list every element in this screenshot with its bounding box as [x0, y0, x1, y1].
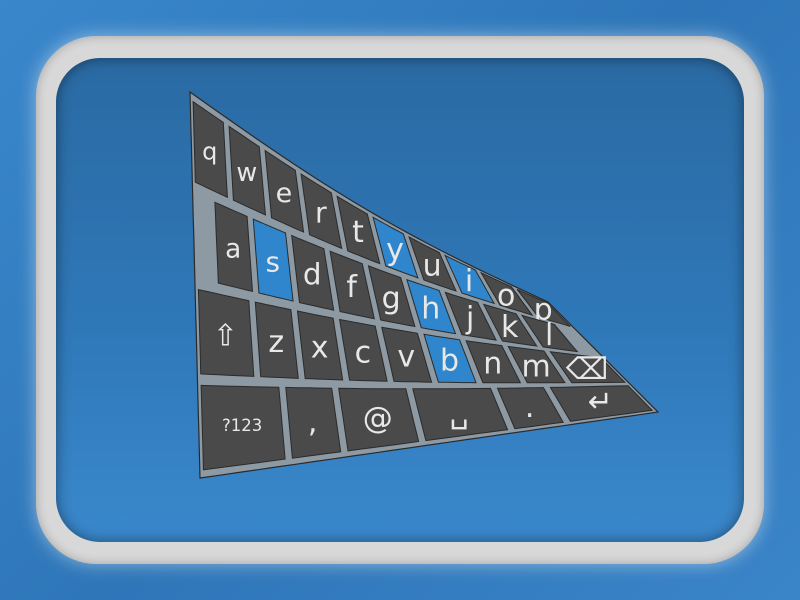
enter-icon: ↵ [588, 385, 613, 420]
key-label: h [421, 291, 440, 326]
key-at[interactable]: @ [338, 387, 420, 452]
key-label: n [483, 347, 502, 382]
key-label: d [303, 258, 322, 292]
background: q w e r t y u i o p a s d f g h j k l ⇧ z x c v b n m ⌫ ?123, @ ␣. ↵ [0, 0, 800, 600]
key-label: s [265, 245, 279, 278]
key-label: w [236, 158, 257, 188]
key-label: f [346, 270, 358, 305]
key-label: k [501, 310, 519, 345]
key-label: @ [363, 401, 393, 436]
backspace-icon: ⌫ [566, 352, 608, 387]
shift-key[interactable]: ⇧ [197, 288, 255, 377]
key-label: g [382, 281, 401, 316]
key-label: e [276, 178, 293, 209]
key-label: j [465, 301, 474, 336]
key-label: ?123 [222, 416, 262, 435]
key-label: b [440, 343, 459, 378]
key-comma[interactable]: , [285, 386, 342, 459]
key-label: , [308, 405, 318, 440]
key-symbols[interactable]: ?123 [200, 384, 286, 471]
key-label: x [311, 331, 329, 366]
key-label: i [465, 264, 473, 299]
key-label: q [202, 137, 217, 165]
curved-keyboard: qwerty u i o pa s d f g h j k l⇧ z x c v b n m ⌫?123, @ ␣. ↵ [189, 90, 660, 479]
key-label: m [521, 349, 550, 384]
key-label: y [386, 232, 404, 267]
key-label: z [268, 325, 284, 360]
key-label: . [525, 390, 535, 425]
key-label: v [397, 340, 415, 375]
key-label: o [497, 279, 515, 314]
key-label: l [545, 318, 553, 353]
space-icon: ␣ [450, 395, 469, 430]
key-label: t [352, 215, 364, 250]
shift-icon: ⇧ [213, 319, 238, 354]
key-label: a [225, 235, 241, 265]
key-label: u [423, 249, 442, 284]
key-label: r [315, 197, 327, 230]
key-label: c [355, 335, 372, 370]
